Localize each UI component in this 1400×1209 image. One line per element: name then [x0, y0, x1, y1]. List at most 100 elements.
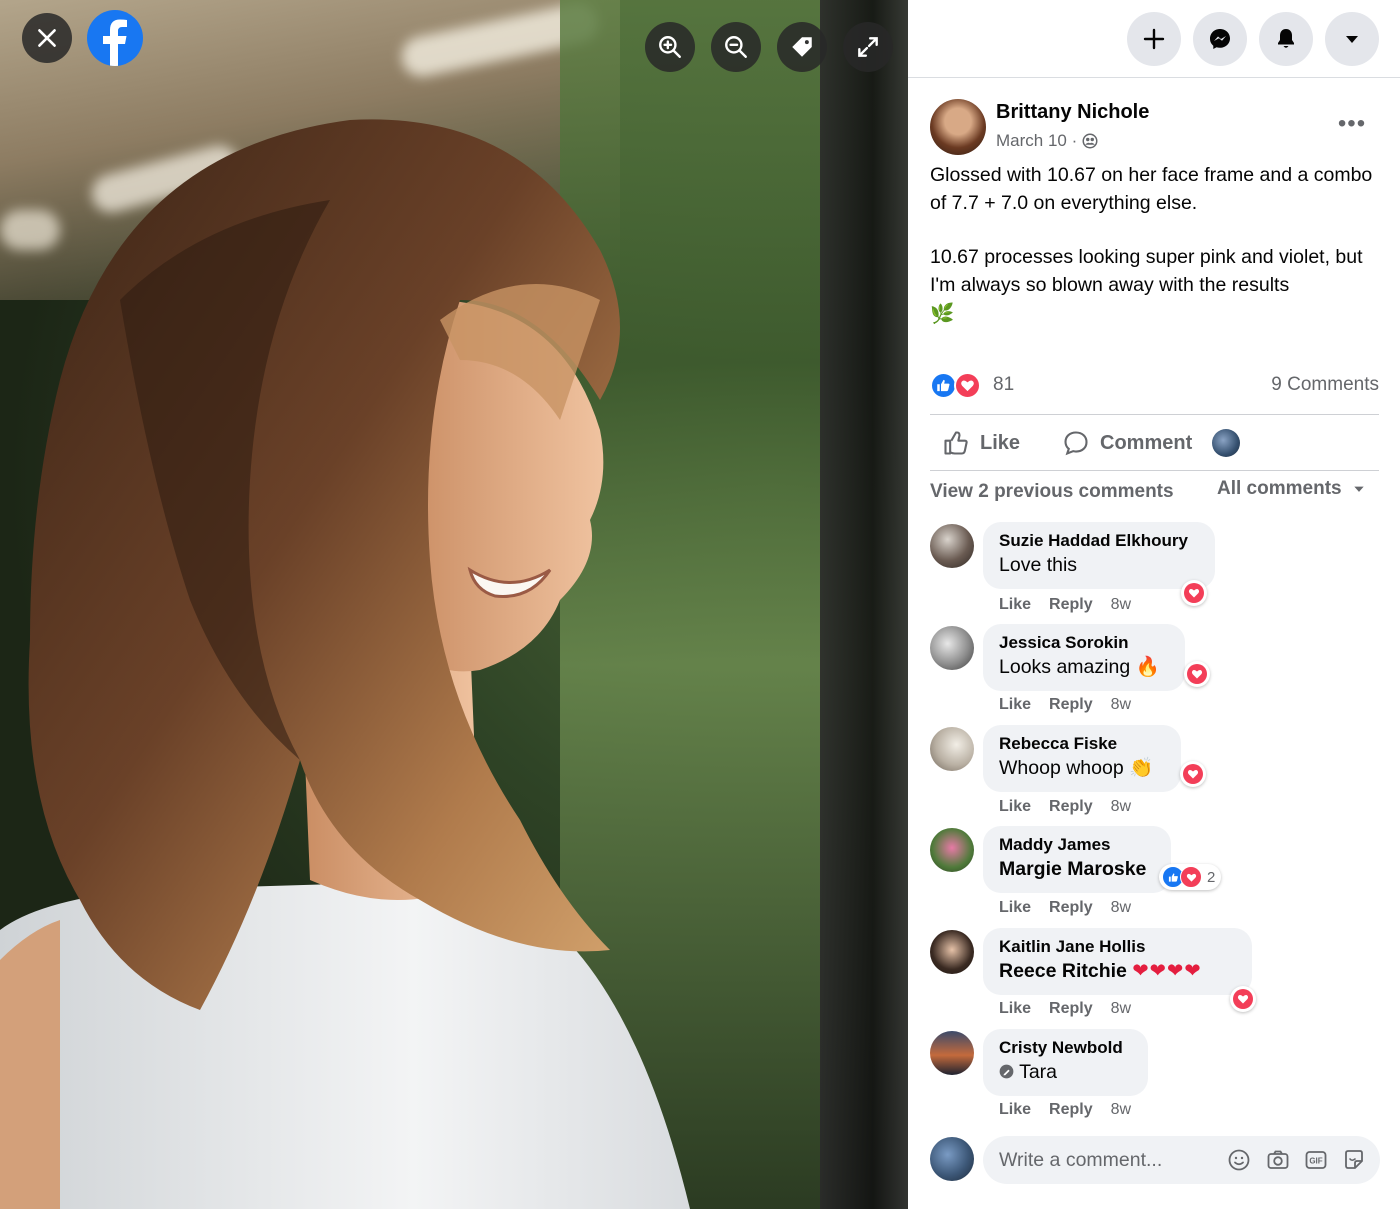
comment-love-reaction[interactable]	[1181, 580, 1207, 606]
current-user-avatar[interactable]	[930, 1137, 974, 1181]
like-button-label: Like	[980, 431, 1021, 454]
comment-reply-button[interactable]: Reply	[1049, 596, 1093, 614]
comment-time[interactable]: 8w	[1111, 1101, 1131, 1119]
like-reaction-icon	[930, 372, 957, 399]
commenter-name[interactable]: Rebecca Fiske	[999, 733, 1165, 755]
commenter-avatar[interactable]	[930, 626, 974, 670]
top-navigation	[908, 0, 1400, 78]
comment-like-button[interactable]: Like	[999, 899, 1031, 917]
commenter-name[interactable]: Suzie Haddad Elkhoury	[999, 530, 1199, 552]
commenter-name[interactable]: Cristy Newbold	[999, 1037, 1132, 1059]
comment-like-button[interactable]: Like	[999, 798, 1031, 816]
commenter-avatar[interactable]	[930, 1031, 974, 1075]
hearts-emoji: ❤❤❤❤	[1132, 960, 1202, 982]
commenter-name[interactable]: Jessica Sorokin	[999, 632, 1169, 654]
tag-photo-button[interactable]	[777, 22, 827, 72]
verified-tag-icon	[999, 1064, 1014, 1079]
create-button[interactable]	[1127, 12, 1181, 66]
comment-time[interactable]: 8w	[1111, 798, 1131, 816]
comment-item: Maddy James Margie Maroske 2 Like Reply …	[930, 826, 1380, 926]
photo-subject[interactable]	[0, 0, 908, 1209]
comment-actions: Like Reply 8w	[999, 1000, 1131, 1018]
sticker-icon[interactable]	[1342, 1148, 1366, 1172]
emoji-icon[interactable]	[1227, 1148, 1251, 1172]
comment-reactions[interactable]: 2	[1159, 864, 1222, 890]
comment-reply-button[interactable]: Reply	[1049, 899, 1093, 917]
commenter-avatar[interactable]	[930, 828, 974, 872]
tag-icon	[792, 37, 812, 57]
comment-actions: Like Reply 8w	[999, 596, 1131, 614]
commenter-avatar[interactable]	[930, 930, 974, 974]
comment-filter-dropdown[interactable]: All comments	[1217, 478, 1366, 500]
reaction-count[interactable]: 81	[993, 374, 1014, 396]
comment-reply-button[interactable]: Reply	[1049, 798, 1093, 816]
comment-reply-button[interactable]: Reply	[1049, 1101, 1093, 1119]
commenter-avatar[interactable]	[930, 524, 974, 568]
comment-like-button[interactable]: Like	[999, 1000, 1031, 1018]
comment-button[interactable]: Comment	[1062, 424, 1192, 462]
heart-icon	[1191, 670, 1203, 679]
post-options-button[interactable]: •••	[1332, 110, 1372, 138]
comments-count[interactable]: 9 Comments	[1271, 374, 1379, 396]
author-avatar[interactable]	[930, 99, 986, 155]
messenger-button[interactable]	[1193, 12, 1247, 66]
comment-mention[interactable]: Tara	[1019, 1061, 1057, 1083]
reactions-summary: 81 9 Comments	[930, 370, 1379, 402]
comment-love-reaction[interactable]	[1184, 661, 1210, 687]
love-reaction-icon	[1180, 866, 1202, 888]
comment-reply-button[interactable]: Reply	[1049, 1000, 1093, 1018]
comment-text: Love this	[999, 554, 1078, 576]
comment-like-button[interactable]: Like	[999, 696, 1031, 714]
comment-item: Cristy Newbold Tara Like Reply 8w	[930, 1029, 1380, 1129]
reply-as-avatar[interactable]	[1212, 429, 1240, 457]
post-date-row: March 10 ·	[996, 131, 1099, 151]
comment-like-button[interactable]: Like	[999, 596, 1031, 614]
caret-down-icon	[1353, 486, 1364, 492]
comment-actions: Like Reply 8w	[999, 798, 1131, 816]
zoom-out-button[interactable]	[711, 22, 761, 72]
author-name[interactable]: Brittany Nichole	[996, 101, 1149, 124]
bell-icon	[1278, 29, 1294, 48]
comment-bubble: Jessica Sorokin Looks amazing 🔥	[983, 624, 1185, 691]
fullscreen-button[interactable]	[843, 22, 893, 72]
close-button[interactable]	[22, 13, 72, 63]
comment-love-reaction[interactable]	[1230, 986, 1256, 1012]
camera-icon[interactable]	[1266, 1148, 1290, 1172]
comment-actions: Like Reply 8w	[999, 696, 1131, 714]
comment-time[interactable]: 8w	[1111, 1000, 1131, 1018]
comment-mention[interactable]: Margie Maroske	[999, 856, 1155, 883]
zoom-in-button[interactable]	[645, 22, 695, 72]
facebook-logo-icon[interactable]	[87, 10, 143, 66]
comment-love-reaction[interactable]	[1180, 761, 1206, 787]
notifications-button[interactable]	[1259, 12, 1313, 66]
account-menu-button[interactable]	[1325, 12, 1379, 66]
comment-input[interactable]	[999, 1136, 1219, 1184]
gif-icon[interactable]: GIF	[1304, 1148, 1328, 1172]
commenter-avatar[interactable]	[930, 727, 974, 771]
messenger-icon	[1210, 29, 1230, 49]
thumbs-up-icon	[944, 431, 968, 455]
like-button[interactable]: Like	[942, 424, 1020, 462]
comment-filter-label: All comments	[1217, 478, 1342, 499]
comment-time[interactable]: 8w	[1111, 899, 1131, 917]
reaction-icons[interactable]	[930, 372, 986, 400]
comment-time[interactable]: 8w	[1111, 696, 1131, 714]
heart-icon	[1237, 995, 1249, 1004]
comment-mention[interactable]: Reece Ritchie	[999, 960, 1127, 982]
plus-icon	[1143, 28, 1165, 50]
view-previous-comments[interactable]: View 2 previous comments	[930, 481, 1174, 503]
comment-bubble: Maddy James Margie Maroske	[983, 826, 1171, 893]
comment-time[interactable]: 8w	[1111, 596, 1131, 614]
comment-reaction-count: 2	[1207, 868, 1216, 886]
comment-actions: Like Reply 8w	[999, 1101, 1131, 1119]
commenter-name[interactable]: Maddy James	[999, 834, 1155, 856]
post-date[interactable]: March 10 ·	[996, 131, 1077, 151]
herb-emoji: 🌿	[930, 303, 955, 325]
commenter-name[interactable]: Kaitlin Jane Hollis	[999, 936, 1236, 958]
comment-reply-button[interactable]: Reply	[1049, 696, 1093, 714]
comment-text: Whoop whoop 👏	[999, 757, 1154, 779]
post-body: Glossed with 10.67 on her face frame and…	[930, 162, 1380, 329]
comment-item: Kaitlin Jane Hollis Reece Ritchie ❤❤❤❤ L…	[930, 928, 1380, 1028]
comment-text-row: Reece Ritchie ❤❤❤❤	[999, 958, 1236, 985]
comment-like-button[interactable]: Like	[999, 1101, 1031, 1119]
